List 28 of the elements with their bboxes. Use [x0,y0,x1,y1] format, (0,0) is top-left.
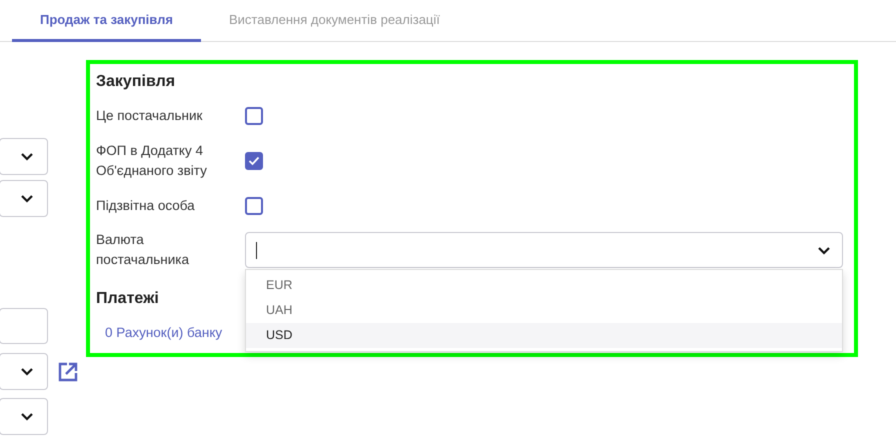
select-field[interactable] [0,180,48,217]
external-link-icon[interactable] [58,362,78,382]
checkbox-label: Підзвітна особа [96,197,196,215]
chevron-down-icon [20,152,34,161]
chevron-down-icon [20,412,34,421]
chevron-down-icon [817,246,831,254]
select-field[interactable] [0,353,48,390]
checkbox[interactable] [245,107,263,125]
field-label: Валюта постачальника [96,231,190,269]
chevron-down-icon [20,367,34,376]
checkbox-label: Це постачальник [96,107,204,125]
checkbox[interactable] [245,197,263,215]
checkbox[interactable] [245,152,263,170]
input-field[interactable] [0,308,48,344]
tab[interactable]: Продаж та закупівля [12,0,201,42]
section-heading: Платежі [96,289,159,309]
checkmark-icon [248,156,260,166]
select-field[interactable] [0,398,48,435]
checkbox-label: ФОП в Додатку 4 Об'єднаного звіту [96,142,208,180]
section-heading: Закупівля [96,72,176,92]
select-field[interactable] [0,138,48,175]
bank-accounts-link[interactable]: 0 Рахунок(и) банку [105,323,222,344]
currency-select[interactable] [245,232,843,268]
text-cursor [256,242,257,258]
dropdown-option[interactable]: EUR [246,273,842,298]
chevron-down-icon [20,194,34,203]
dropdown-option[interactable]: USD [246,323,842,348]
dropdown-option[interactable]: UAH [246,298,842,323]
